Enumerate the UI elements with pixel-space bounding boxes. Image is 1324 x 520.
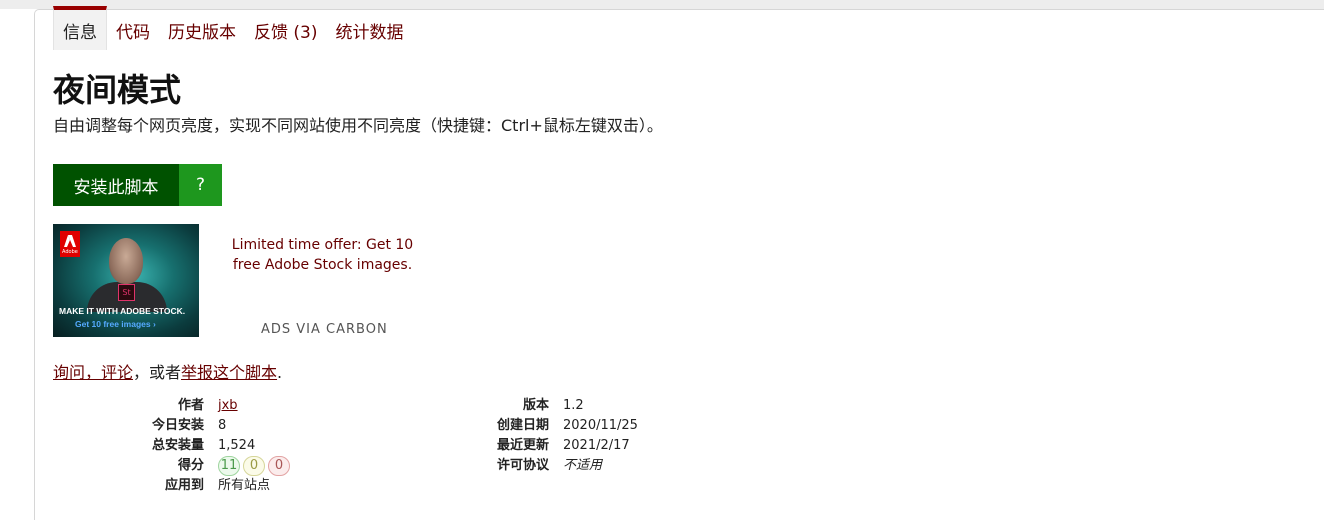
ad-image[interactable]: Adobe St MAKE IT WITH ADOBE STOCK. Get 1… <box>53 224 199 337</box>
meta-row-applies-to: 应用到 所有站点 <box>53 476 290 496</box>
ask-comment-link[interactable]: 询问，评论 <box>53 363 133 382</box>
report-script-link[interactable]: 举报这个脚本 <box>181 363 277 382</box>
adobe-logo: Adobe <box>60 231 80 257</box>
meta-row-created: 创建日期 2020/11/25 <box>476 416 638 436</box>
install-button[interactable]: 安装此脚本 <box>53 164 179 206</box>
ad-text-link[interactable]: Limited time offer: Get 10 free Adobe St… <box>217 235 428 275</box>
author-link[interactable]: jxb <box>218 398 238 413</box>
ad-image-cta: Get 10 free images › <box>75 319 156 329</box>
adobe-logo-text: Adobe <box>62 249 78 255</box>
version-label: 版本 <box>522 398 549 413</box>
ad-image-headline: MAKE IT WITH ADOBE STOCK. <box>59 306 186 316</box>
today-installs-label: 今日安装 <box>151 418 204 433</box>
score-bad-badge: 0 <box>268 456 290 476</box>
license-value: 不适用 <box>563 458 603 473</box>
applies-to-value: 所有站点 <box>218 478 271 493</box>
score-ok-badge: 0 <box>243 456 265 476</box>
tab-versions[interactable]: 历史版本 <box>159 10 245 50</box>
feedback-end-text: . <box>277 363 283 382</box>
meta-row-license: 许可协议 不适用 <box>476 456 638 476</box>
stock-badge-icon: St <box>118 284 135 301</box>
meta-row-score: 得分 11 0 0 <box>53 456 290 476</box>
today-installs-value: 8 <box>218 418 227 433</box>
meta-row-updated: 最近更新 2021/2/17 <box>476 436 638 456</box>
updated-date-label: 最近更新 <box>496 438 549 453</box>
meta-row-version: 版本 1.2 <box>476 396 638 416</box>
tab-info[interactable]: 信息 <box>53 6 107 50</box>
applies-to-label: 应用到 <box>164 478 204 493</box>
script-tabs: 信息 代码 历史版本 反馈 (3) 统计数据 <box>53 6 412 50</box>
ad-via-link[interactable]: ADS VIA CARBON <box>261 322 388 337</box>
feedback-line: 询问，评论，或者举报这个脚本. <box>53 359 282 383</box>
author-label: 作者 <box>177 398 204 413</box>
meta-row-author: 作者 jxb <box>53 396 290 416</box>
ad-figure-face <box>109 238 143 284</box>
score-label: 得分 <box>177 458 204 473</box>
tab-code[interactable]: 代码 <box>107 10 159 50</box>
script-meta-left: 作者 jxb 今日安装 8 总安装量 1,524 得分 11 0 0 应用到 所… <box>53 396 290 496</box>
install-help-button[interactable]: ? <box>179 164 222 206</box>
install-area: 安装此脚本 ? <box>53 164 222 206</box>
meta-row-total-installs: 总安装量 1,524 <box>53 436 290 456</box>
page-title: 夜间模式 <box>53 71 182 109</box>
updated-date-value: 2021/2/17 <box>563 438 630 453</box>
adobe-logo-icon <box>64 235 76 247</box>
feedback-middle-text: ，或者 <box>133 363 182 382</box>
total-installs-label: 总安装量 <box>151 438 204 453</box>
script-description: 自由调整每个网页亮度，实现不同网站使用不同亮度（快捷键：Ctrl+鼠标左键双击）… <box>53 116 663 135</box>
meta-row-today-installs: 今日安装 8 <box>53 416 290 436</box>
created-date-value: 2020/11/25 <box>563 418 638 433</box>
license-label: 许可协议 <box>496 458 549 473</box>
script-meta-right: 版本 1.2 创建日期 2020/11/25 最近更新 2021/2/17 许可… <box>476 396 638 476</box>
version-value: 1.2 <box>563 398 584 413</box>
score-good-badge: 11 <box>218 456 240 476</box>
tab-stats[interactable]: 统计数据 <box>326 10 412 50</box>
tab-feedback[interactable]: 反馈 (3) <box>245 10 326 50</box>
total-installs-value: 1,524 <box>218 438 256 453</box>
created-date-label: 创建日期 <box>496 418 549 433</box>
score-ratings: 11 0 0 <box>218 456 290 476</box>
